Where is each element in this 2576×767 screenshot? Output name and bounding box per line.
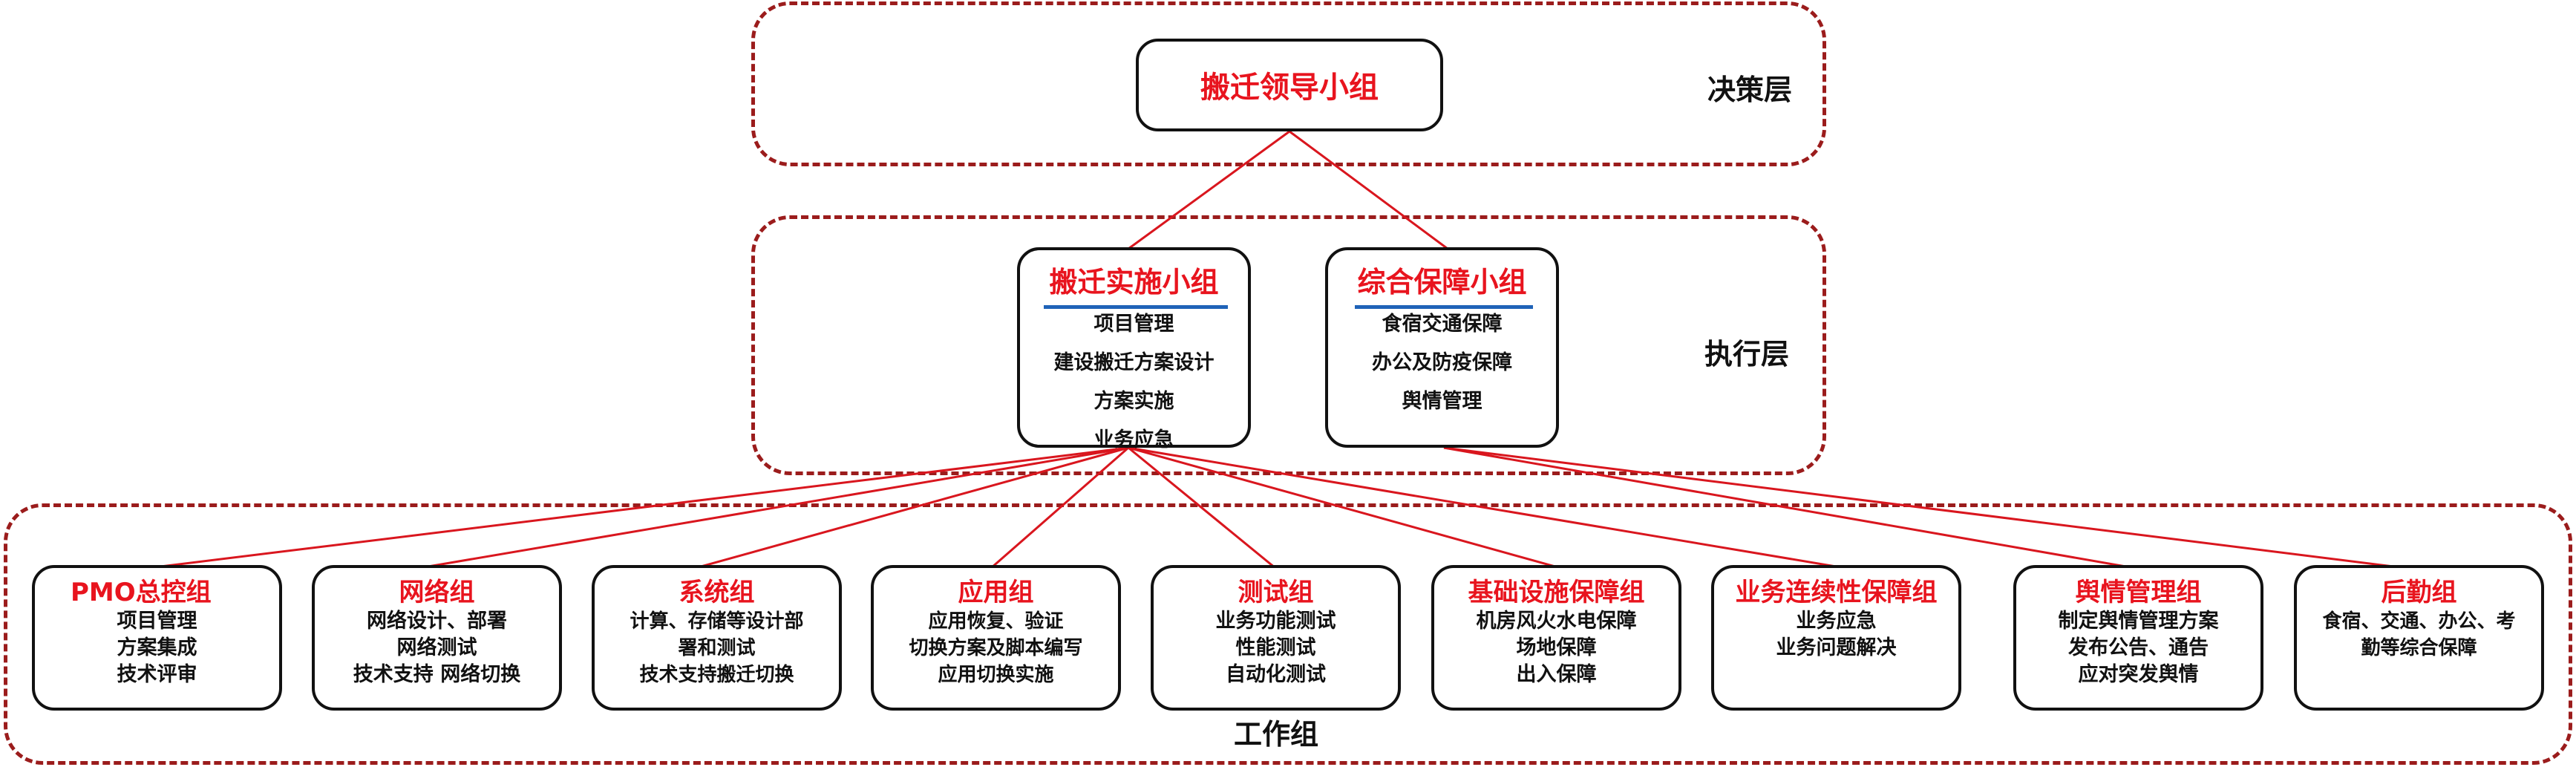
work-group-application-line: 应用切换实施	[938, 664, 1054, 686]
work-group-public-opinion-line: 发布公告、通告	[2068, 636, 2209, 659]
work-group-infrastructure: 基础设施保障组 机房风火水电保障 场地保障 出入保障	[1431, 565, 1681, 711]
work-group-infrastructure-line: 场地保障	[1516, 636, 1597, 659]
exec-group-implementation: 搬迁实施小组 项目管理 建设搬迁方案设计 方案实施 业务应急	[1017, 247, 1251, 451]
work-group-network: 网络组 网络设计、部署 网络测试 技术支持 网络切换	[312, 565, 562, 711]
work-group-system-line: 署和测试	[678, 637, 756, 659]
work-group-application-line: 切换方案及脚本编写	[909, 637, 1083, 659]
link-leader-exec1	[1128, 130, 1290, 250]
work-group-public-opinion: 舆情管理组 制定舆情管理方案 发布公告、通告 应对突发舆情	[2013, 565, 2263, 711]
work-group-application-title: 应用组	[958, 578, 1034, 607]
work-group-pmo-title: PMO总控组	[71, 578, 212, 607]
work-group-testing-title: 测试组	[1238, 578, 1314, 607]
exec-group-support-line: 办公及防疫保障	[1372, 351, 1512, 374]
link-exec1-system	[695, 446, 1129, 569]
work-group-pmo-line: 技术评审	[117, 663, 197, 686]
work-group-testing: 测试组 业务功能测试 性能测试 自动化测试	[1151, 565, 1401, 711]
link-exec1-infra	[1128, 446, 1561, 569]
work-group-testing-line: 业务功能测试	[1215, 610, 1336, 633]
link-exec1-pmo	[148, 446, 1129, 569]
work-group-public-opinion-title: 舆情管理组	[2075, 578, 2202, 607]
work-group-network-title: 网络组	[399, 578, 475, 607]
work-group-pmo-line: 项目管理	[117, 610, 197, 633]
work-group-infrastructure-line: 出入保障	[1516, 663, 1597, 686]
work-group-public-opinion-line: 应对突发舆情	[2078, 663, 2199, 686]
link-exec2-logistics	[1443, 446, 2406, 569]
leader-group-title: 搬迁领导小组	[1200, 71, 1379, 105]
work-group-network-line: 技术支持 网络切换	[353, 663, 521, 686]
exec-group-implementation-line: 业务应急	[1094, 428, 1174, 451]
work-group-application: 应用组 应用恢复、验证 切换方案及脚本编写 应用切换实施	[871, 565, 1121, 711]
work-group-pmo: PMO总控组 项目管理 方案集成 技术评审	[32, 565, 282, 711]
exec-group-implementation-underline	[1044, 305, 1228, 309]
work-group-network-line: 网络设计、部署	[367, 610, 507, 633]
work-group-application-line: 应用恢复、验证	[928, 610, 1064, 633]
work-group-business-continuity-title: 业务连续性保障组	[1735, 578, 1938, 607]
work-group-business-continuity-line: 业务问题解决	[1776, 636, 1897, 659]
exec-group-support: 综合保障小组 食宿交通保障 办公及防疫保障 舆情管理	[1325, 247, 1559, 448]
work-group-testing-line: 性能测试	[1235, 636, 1316, 659]
work-group-system-line: 技术支持搬迁切换	[639, 664, 794, 686]
work-group-pmo-line: 方案集成	[117, 636, 197, 659]
work-group-business-continuity-line: 业务应急	[1796, 610, 1877, 633]
link-exec2-opinion	[1443, 446, 2135, 569]
exec-group-implementation-title: 搬迁实施小组	[1049, 266, 1219, 298]
exec-group-implementation-line: 方案实施	[1094, 390, 1174, 413]
work-group-public-opinion-line: 制定舆情管理方案	[2058, 610, 2219, 633]
work-group-logistics-title: 后勤组	[2381, 578, 2457, 607]
link-exec1-network	[419, 446, 1129, 569]
exec-group-support-underline	[1355, 305, 1533, 309]
work-group-infrastructure-line: 机房风火水电保障	[1476, 610, 1637, 633]
work-group-system-title: 系统组	[679, 578, 755, 607]
work-group-testing-line: 自动化测试	[1226, 663, 1326, 686]
work-group-system: 系统组 计算、存储等设计部 署和测试 技术支持搬迁切换	[592, 565, 842, 711]
work-group-logistics-line: 食宿、交通、办公、考	[2322, 610, 2516, 633]
link-exec1-test	[1128, 446, 1276, 569]
link-leader-exec2	[1289, 130, 1448, 250]
exec-group-support-line: 舆情管理	[1402, 390, 1482, 413]
work-group-network-line: 网络测试	[396, 636, 477, 659]
work-group-system-line: 计算、存储等设计部	[630, 610, 804, 633]
exec-group-implementation-line: 项目管理	[1094, 313, 1174, 336]
exec-group-support-line: 食宿交通保障	[1382, 313, 1503, 336]
work-group-logistics-line: 勤等综合保障	[2361, 637, 2477, 659]
leader-group-box: 搬迁领导小组	[1136, 39, 1443, 131]
exec-group-implementation-line: 建设搬迁方案设计	[1053, 351, 1215, 374]
work-group-logistics: 后勤组 食宿、交通、办公、考 勤等综合保障	[2294, 565, 2544, 711]
link-exec1-bcp	[1128, 446, 1846, 569]
exec-group-support-title: 综合保障小组	[1357, 266, 1527, 298]
work-group-infrastructure-title: 基础设施保障组	[1468, 578, 1645, 607]
work-group-business-continuity: 业务连续性保障组 业务应急 业务问题解决	[1711, 565, 1961, 711]
